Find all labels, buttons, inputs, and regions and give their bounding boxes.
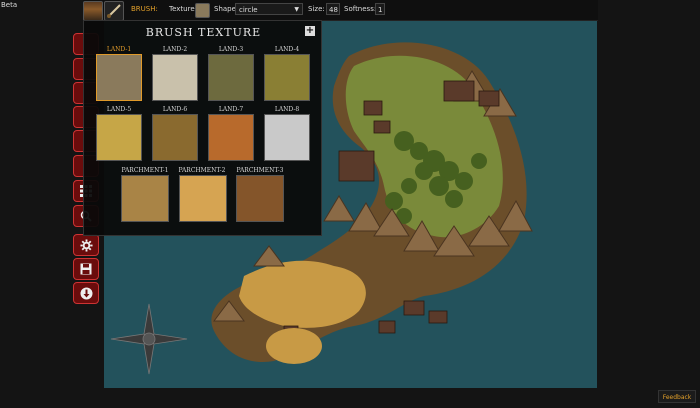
shape-value: circle bbox=[239, 6, 258, 14]
download-button[interactable] bbox=[73, 282, 99, 304]
texture-swatch-land-8[interactable] bbox=[264, 114, 310, 161]
feedback-button[interactable]: Feedback bbox=[658, 390, 696, 403]
brush-label: BRUSH: bbox=[131, 5, 158, 13]
softness-input[interactable]: 1 bbox=[375, 3, 385, 15]
texture-label: LAND-4 bbox=[274, 46, 300, 53]
chevron-down-icon: ▼ bbox=[294, 6, 299, 13]
texture-label: LAND-1 bbox=[106, 46, 132, 53]
texture-label: LAND-6 bbox=[162, 106, 188, 113]
avatar[interactable] bbox=[83, 1, 103, 21]
size-label: Size: bbox=[308, 5, 325, 13]
texture-label: LAND-5 bbox=[106, 106, 132, 113]
softness-label: Softness: bbox=[344, 5, 377, 13]
texture-swatch-parchment-1[interactable] bbox=[121, 175, 169, 222]
texture-label: LAND-7 bbox=[218, 106, 244, 113]
panel-title: BRUSH TEXTURE bbox=[145, 26, 262, 39]
size-input[interactable]: 48 bbox=[326, 3, 340, 15]
beta-label: Beta bbox=[1, 1, 18, 9]
gear-icon bbox=[79, 238, 93, 252]
shape-select[interactable]: circle ▼ bbox=[235, 3, 303, 15]
texture-label: LAND-3 bbox=[218, 46, 244, 53]
texture-swatch-land-2[interactable] bbox=[152, 54, 198, 101]
texture-label: LAND-8 bbox=[274, 106, 300, 113]
texture-swatch-land-3[interactable] bbox=[208, 54, 254, 101]
floppy-disk-icon bbox=[80, 263, 92, 275]
toolbar: BRUSH: Texture: Shape: circle ▼ Size: 48… bbox=[83, 0, 598, 21]
texture-swatch-land-6[interactable] bbox=[152, 114, 198, 161]
texture-label: PARCHMENT-2 bbox=[178, 167, 226, 174]
texture-swatch-land-5[interactable] bbox=[96, 114, 142, 161]
texture-label: LAND-2 bbox=[162, 46, 188, 53]
texture-label: PARCHMENT-1 bbox=[121, 167, 169, 174]
texture-label: Texture: bbox=[169, 5, 197, 13]
texture-swatch-parchment-3[interactable] bbox=[236, 175, 284, 222]
download-icon bbox=[80, 287, 92, 299]
texture-label: PARCHMENT-3 bbox=[236, 167, 284, 174]
texture-swatch-land-4[interactable] bbox=[264, 54, 310, 101]
texture-swatch-land-1[interactable] bbox=[96, 54, 142, 101]
texture-swatch-parchment-2[interactable] bbox=[179, 175, 227, 222]
add-texture-button[interactable]: + bbox=[305, 26, 315, 36]
brush-tool-icon[interactable] bbox=[104, 1, 124, 21]
texture-swatch-land-7[interactable] bbox=[208, 114, 254, 161]
texture-swatch[interactable] bbox=[195, 3, 210, 18]
brush-texture-panel: BRUSH TEXTURE + LAND-1 LAND-2 LAND-3 LAN… bbox=[83, 20, 322, 236]
settings-button[interactable] bbox=[73, 234, 99, 256]
save-button[interactable] bbox=[73, 258, 99, 280]
